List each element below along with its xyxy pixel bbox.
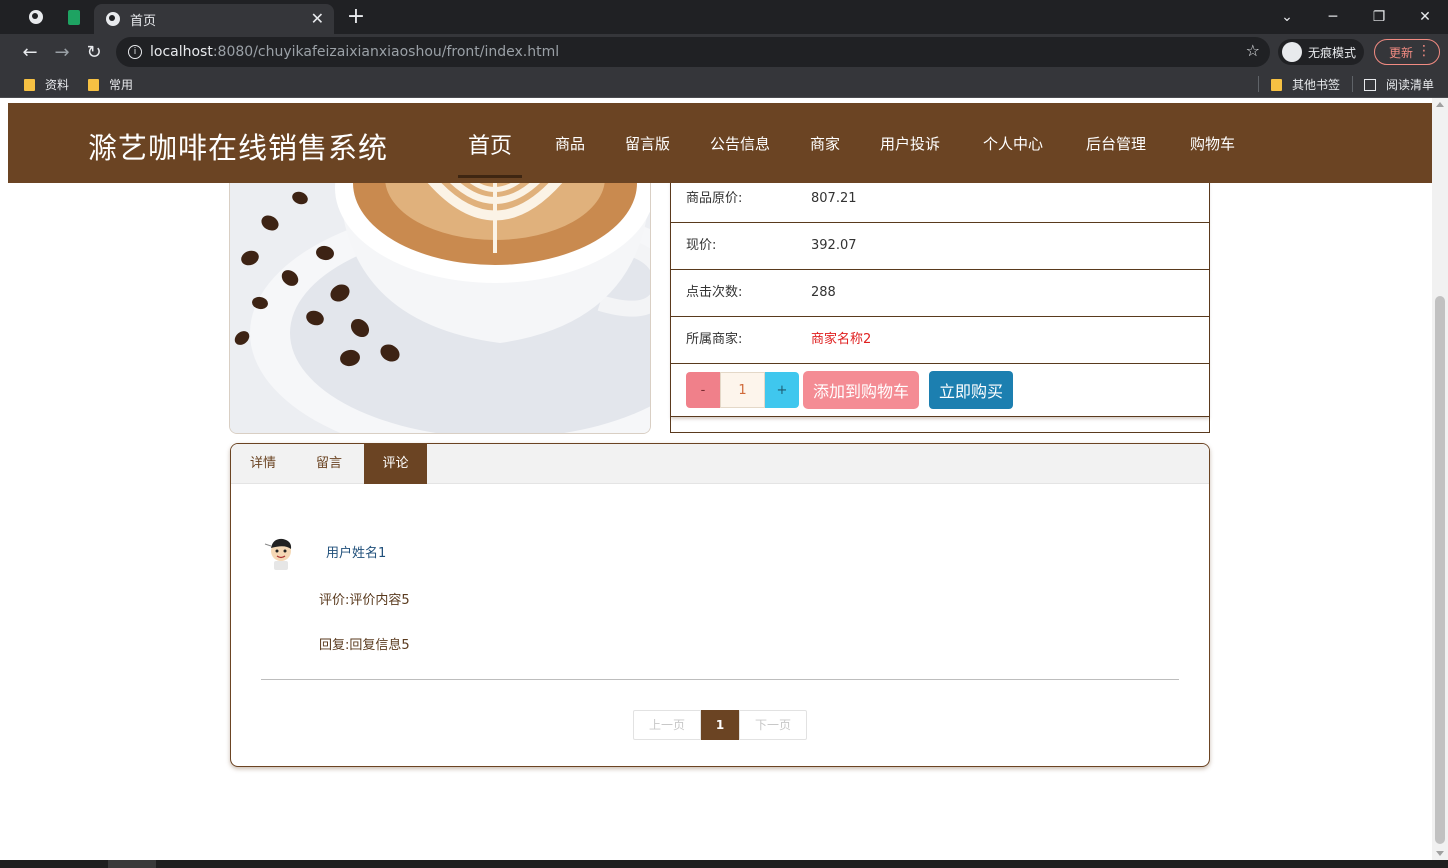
- sheets-icon: [68, 9, 80, 25]
- quantity-decrement-button[interactable]: -: [686, 372, 720, 408]
- nav-admin[interactable]: 后台管理: [1086, 133, 1146, 154]
- nav-announcements[interactable]: 公告信息: [710, 133, 770, 154]
- site-info-icon[interactable]: i: [128, 45, 142, 59]
- update-label: 更新: [1389, 45, 1414, 60]
- other-bookmarks-label: 其他书签: [1292, 78, 1341, 92]
- info-row-click-count: 点击次数: 288: [671, 270, 1209, 317]
- nav-guestbook[interactable]: 留言版: [625, 133, 670, 154]
- quantity-input[interactable]: 1: [720, 372, 765, 408]
- incognito-badge[interactable]: 无痕模式: [1278, 39, 1365, 65]
- new-tab-button[interactable]: +: [344, 4, 368, 30]
- close-tab-icon[interactable]: ✕: [311, 9, 324, 28]
- pinned-tab-1[interactable]: [18, 0, 54, 34]
- active-browser-tab[interactable]: 首页 ✕: [94, 4, 334, 34]
- add-to-cart-button[interactable]: 添加到购物车: [803, 371, 919, 409]
- pagination: 上一页 1 下一页: [633, 710, 807, 740]
- buy-now-button[interactable]: 立即购买: [929, 371, 1013, 409]
- forward-arrow-icon[interactable]: →: [48, 38, 76, 66]
- product-image: [229, 183, 651, 434]
- incognito-label: 无痕模式: [1308, 45, 1357, 60]
- globe-icon: [29, 10, 43, 24]
- os-taskbar: [0, 860, 1448, 868]
- folder-icon: [24, 78, 35, 91]
- nav-merchants[interactable]: 商家: [810, 133, 840, 154]
- bookmark-folder-changyong[interactable]: 常用: [88, 76, 133, 93]
- address-bar[interactable]: i localhost:8080/chuyikafeizaixianxiaosh…: [116, 37, 1270, 67]
- tab-title: 首页: [130, 13, 157, 29]
- tab-details[interactable]: 详情: [231, 444, 295, 484]
- taskbar-item[interactable]: [108, 860, 156, 868]
- info-row-current-price: 现价: 392.07: [671, 223, 1209, 270]
- url-host: localhost: [150, 44, 213, 60]
- tab-messages[interactable]: 留言: [297, 444, 361, 484]
- window-close-button[interactable]: ✕: [1402, 0, 1448, 34]
- coffee-cup-illustration: [230, 183, 650, 433]
- browser-tab-bar: 首页 ✕ + ⌄ ─ ❐ ✕: [0, 0, 1448, 34]
- globe-icon: [106, 12, 120, 26]
- nav-home[interactable]: 首页: [468, 128, 512, 160]
- scroll-down-arrow-icon[interactable]: [1436, 851, 1444, 856]
- folder-icon: [1271, 78, 1282, 91]
- prev-page-button[interactable]: 上一页: [633, 710, 701, 740]
- bookmark-label: 常用: [109, 78, 134, 92]
- user-avatar: [264, 538, 292, 570]
- page-scrollbar[interactable]: [1432, 98, 1448, 860]
- bookmark-separator: [1352, 76, 1353, 92]
- tab-reviews[interactable]: 评论: [364, 444, 427, 484]
- page-viewport: 商品原价: 807.21 现价: 392.07 点击次数: 288 所属商家: …: [0, 98, 1448, 860]
- nav-active-indicator: [458, 175, 522, 178]
- reading-list[interactable]: 阅读清单: [1364, 76, 1434, 93]
- pinned-tab-2[interactable]: [56, 0, 92, 34]
- nav-products[interactable]: 商品: [555, 133, 585, 154]
- nav-cart[interactable]: 购物车: [1190, 133, 1235, 154]
- site-header: 滁艺咖啡在线销售系统 首页 商品 留言版 公告信息 商家 用户投诉 个人中心 后…: [8, 103, 1432, 183]
- info-label: 所属商家:: [686, 332, 743, 347]
- site-title: 滁艺咖啡在线销售系统: [88, 131, 389, 165]
- review-divider: [261, 679, 1179, 680]
- bookmark-separator: [1258, 76, 1259, 92]
- info-row-original-price: 商品原价: 807.21: [671, 176, 1209, 223]
- update-button[interactable]: 更新 ⋮: [1374, 39, 1440, 65]
- url-path: :8080/chuyikafeizaixianxiaoshou/front/in…: [212, 44, 560, 60]
- tab-search-icon[interactable]: ⌄: [1264, 0, 1310, 34]
- reading-list-label: 阅读清单: [1386, 78, 1435, 92]
- nav-profile[interactable]: 个人中心: [983, 133, 1043, 154]
- other-bookmarks[interactable]: 其他书签: [1271, 76, 1340, 93]
- minimize-button[interactable]: ─: [1310, 0, 1356, 34]
- restore-button[interactable]: ❐: [1356, 0, 1402, 34]
- browser-toolbar: ← → ↻ i localhost:8080/chuyikafeizaixian…: [0, 34, 1448, 70]
- bookmark-folder-ziliao[interactable]: 资料: [24, 76, 69, 93]
- purchase-actions-row: - 1 + 添加到购物车 立即购买: [671, 364, 1209, 417]
- current-price-value: 392.07: [811, 238, 857, 253]
- info-label: 点击次数:: [686, 285, 743, 300]
- back-arrow-icon[interactable]: ←: [16, 38, 44, 66]
- review-username: 用户姓名1: [326, 546, 387, 561]
- incognito-icon: [1282, 42, 1302, 62]
- product-info-table: 商品原价: 807.21 现价: 392.07 点击次数: 288 所属商家: …: [670, 176, 1210, 433]
- bookmark-label: 资料: [45, 78, 70, 92]
- nav-complaints[interactable]: 用户投诉: [880, 133, 940, 154]
- review-reply: 回复:回复信息5: [319, 638, 410, 653]
- folder-icon: [88, 78, 99, 91]
- reload-icon[interactable]: ↻: [80, 38, 108, 66]
- info-row-merchant: 所属商家: 商家名称2: [671, 317, 1209, 364]
- next-page-button[interactable]: 下一页: [739, 710, 807, 740]
- reading-list-icon: [1364, 78, 1376, 91]
- product-tabs-panel: 详情 留言 评论 用户姓名1 评价:评价内容5 回复:回复信息5 上一页 1 下…: [230, 443, 1210, 767]
- menu-dots-icon: ⋮: [1417, 43, 1431, 59]
- bookmarks-bar: 资料 常用 其他书签 阅读清单: [0, 70, 1448, 98]
- quantity-increment-button[interactable]: +: [765, 372, 799, 408]
- review-content: 评价:评价内容5: [319, 593, 410, 608]
- bookmark-star-icon[interactable]: ☆: [1246, 41, 1260, 60]
- merchant-link[interactable]: 商家名称2: [811, 317, 871, 363]
- tab-header: 详情 留言 评论: [231, 444, 1209, 484]
- scroll-thumb[interactable]: [1435, 296, 1445, 844]
- scroll-up-arrow-icon[interactable]: [1436, 102, 1444, 107]
- current-page[interactable]: 1: [701, 710, 739, 740]
- info-label: 现价:: [686, 238, 717, 253]
- click-count-value: 288: [811, 285, 836, 300]
